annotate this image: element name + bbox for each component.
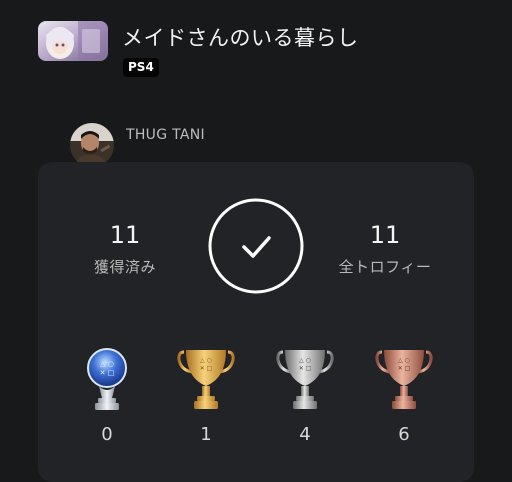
svg-text:△ ○: △ ○ (299, 357, 311, 364)
trophy-summary-panel: 11 獲得済み 11 全トロフィー △ ○ ✕ □ 0 △ ○ ✕ □ 1 △ … (38, 162, 474, 482)
svg-text:△ ○: △ ○ (398, 357, 410, 364)
user-avatar[interactable] (70, 123, 114, 167)
bronze-count: 6 (398, 424, 410, 445)
platinum-count: 0 (101, 424, 113, 445)
total-stat: 11 全トロフィー (330, 222, 440, 277)
bronze-trophy-icon: △ ○ ✕ □ (374, 342, 434, 416)
earned-label: 獲得済み (93, 258, 156, 276)
game-cover-thumbnail[interactable] (38, 21, 108, 61)
earned-stat: 11 獲得済み (90, 222, 160, 277)
total-count: 11 (369, 221, 401, 249)
earned-count: 11 (109, 221, 141, 249)
svg-text:✕ □: ✕ □ (299, 365, 312, 372)
game-header: メイドさんのいる暮らし PS4 (0, 0, 512, 90)
svg-text:△ ○: △ ○ (200, 357, 212, 364)
checkmark-circle-icon (207, 197, 305, 295)
svg-text:✕ □: ✕ □ (200, 365, 213, 372)
gold-count: 1 (200, 424, 212, 445)
username: THUG TANI (126, 127, 205, 143)
gold-trophy-icon: △ ○ ✕ □ (176, 342, 236, 416)
total-label: 全トロフィー (338, 258, 432, 276)
svg-text:△ ○: △ ○ (100, 360, 114, 368)
svg-text:✕ □: ✕ □ (398, 365, 411, 372)
platinum-trophy-icon: △ ○ ✕ □ (77, 342, 137, 416)
platform-badge: PS4 (123, 58, 159, 77)
svg-text:✕ □: ✕ □ (100, 369, 115, 377)
silver-trophy-icon: △ ○ ✕ □ (275, 342, 335, 416)
game-title: メイドさんのいる暮らし (122, 26, 359, 50)
silver-count: 4 (299, 424, 311, 445)
